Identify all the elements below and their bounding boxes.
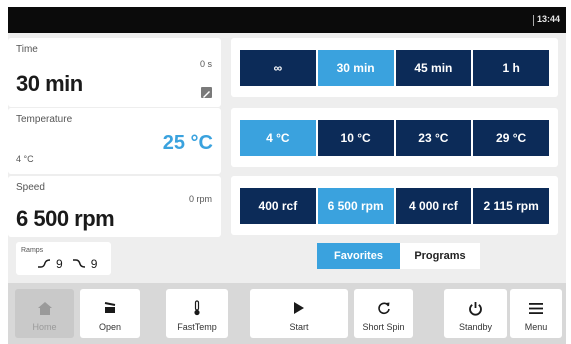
time-card[interactable]: Time 0 s 30 min [8,38,221,107]
menu-label: Menu [524,322,548,332]
short-spin-button[interactable]: Short Spin [354,289,413,338]
speed-option-0[interactable]: 400 rcf [240,188,316,224]
power-icon [468,300,483,316]
home-button[interactable]: Home [15,289,74,338]
time-remaining: 0 s [199,59,212,69]
standby-label: Standby [458,322,493,332]
hamburger-icon [529,300,543,316]
thermometer-icon [192,300,202,316]
edit-icon[interactable] [201,87,212,98]
play-icon [294,300,304,316]
refresh-icon [377,300,391,316]
ramps-label: Ramps [21,247,44,254]
temperature-actual: 4 °C [16,154,34,164]
start-label: Start [289,322,309,332]
speed-selector: 400 rcf 6 500 rpm 4 000 rcf 2 115 rpm [231,176,558,235]
speed-option-1[interactable]: 6 500 rpm [317,188,394,224]
tab-programs[interactable]: Programs [400,243,480,269]
speed-label: Speed [16,182,45,193]
speed-actual: 0 rpm [188,194,212,204]
centrifuge-screen: 13:44 Time 0 s 30 min Temperature 25 °C … [8,7,566,344]
home-label: Home [32,322,57,332]
lid-open-icon [103,300,117,316]
ramp-down-value: 9 [90,257,98,271]
temperature-option-1[interactable]: 10 °C [317,120,394,156]
temperature-card[interactable]: Temperature 25 °C 4 °C [8,108,221,174]
time-option-2[interactable]: 45 min [395,50,472,86]
speed-option-2[interactable]: 4 000 rcf [395,188,472,224]
tab-favorites[interactable]: Favorites [317,243,400,269]
start-button[interactable]: Start [250,289,348,338]
ramp-up-value: 9 [56,257,63,271]
speed-value: 6 500 rpm [16,206,115,231]
home-icon [37,300,53,316]
temperature-setpoint: 25 °C [162,132,213,154]
temperature-option-0[interactable]: 4 °C [240,120,316,156]
ramps-panel[interactable]: Ramps 9 9 [16,242,111,275]
bottom-nav: Home Open FastTemp Start Short Spin Stan… [8,283,566,344]
mode-tabs: Favorites Programs [317,243,480,269]
open-button[interactable]: Open [80,289,140,338]
clock: 13:44 [536,14,560,24]
status-bar: 13:44 [8,7,566,33]
short-spin-label: Short Spin [362,322,405,332]
temperature-option-2[interactable]: 23 °C [395,120,472,156]
open-label: Open [98,322,122,332]
speed-card[interactable]: Speed 0 rpm 6 500 rpm [8,176,221,237]
time-value: 30 min [16,71,83,96]
menu-button[interactable]: Menu [510,289,562,338]
time-selector: ∞ 30 min 45 min 1 h [231,38,558,97]
time-option-0[interactable]: ∞ [240,50,316,86]
fasttemp-button[interactable]: FastTemp [166,289,228,338]
temperature-selector: 4 °C 10 °C 23 °C 29 °C [231,108,558,167]
time-option-1[interactable]: 30 min [317,50,394,86]
time-option-3[interactable]: 1 h [473,50,549,86]
time-label: Time [16,44,38,55]
ramp-up-icon [38,257,51,271]
standby-button[interactable]: Standby [444,289,507,338]
ramp-down-icon [72,257,85,271]
fasttemp-label: FastTemp [177,322,217,332]
temperature-label: Temperature [16,114,73,125]
temperature-option-3[interactable]: 29 °C [473,120,549,156]
speed-option-3[interactable]: 2 115 rpm [473,188,549,224]
status-separator [533,15,534,26]
